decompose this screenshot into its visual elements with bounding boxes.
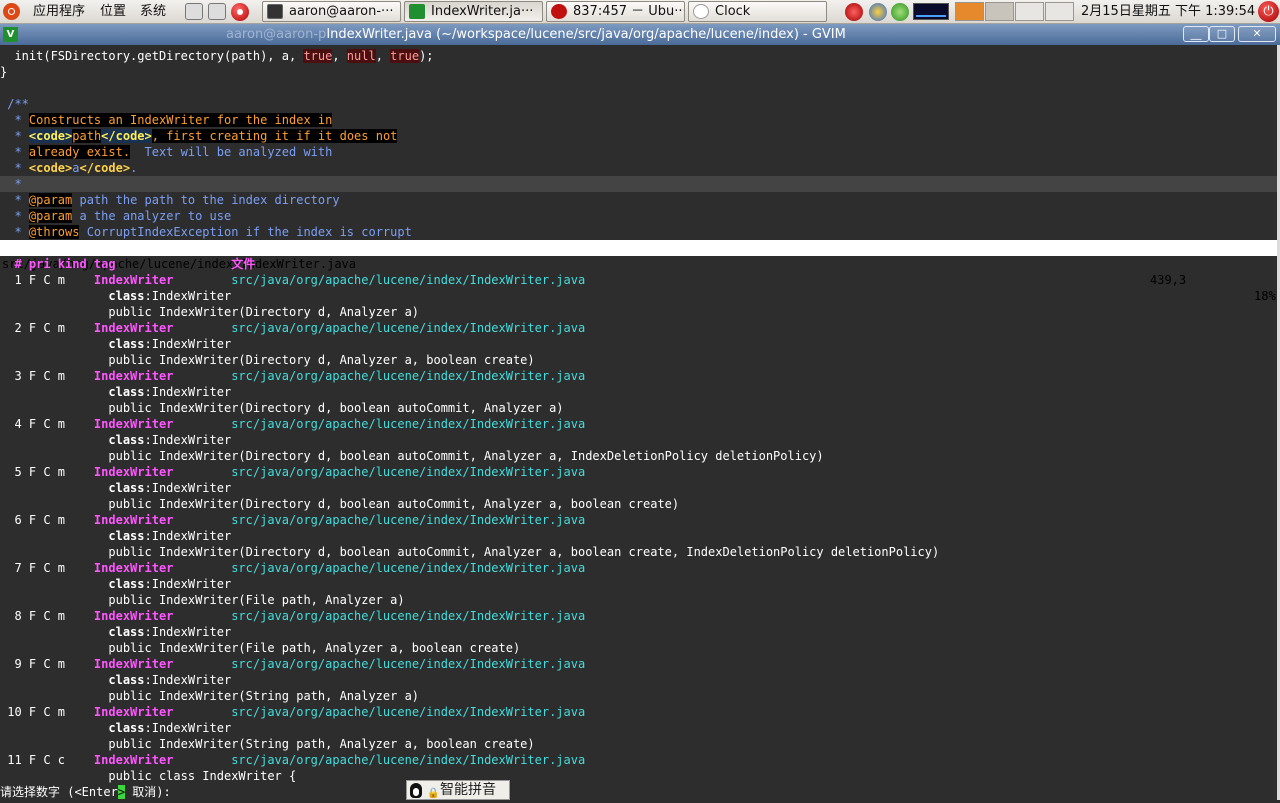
network-tray-icon[interactable] [891,3,909,21]
workspace-1[interactable] [955,2,984,21]
task-label: IndexWriter.ja··· [431,4,534,19]
workspace-2[interactable] [985,2,1014,21]
menu-applications[interactable]: 应用程序 [33,0,85,23]
menu-system[interactable]: 系统 [140,0,166,23]
ubuntu-logo-icon[interactable] [3,3,20,20]
terminal-icon [267,4,283,19]
code-line: * @param a the analyzer to use [0,209,232,223]
window-title: aaron@aaron-pIndexWriter.java (~/workspa… [226,27,846,42]
taglist-entry-signature: public IndexWriter(File path, Analyzer a… [108,641,521,655]
taglist-entry-signature: public IndexWriter(File path, Analyzer a… [108,593,405,607]
code-line: init(FSDirectory.getDirectory(path), a, … [0,49,434,63]
window-titlebar[interactable]: V aaron@aaron-pIndexWriter.java (~/works… [0,24,1280,45]
taglist-entry-class: class:IndexWriter [108,529,232,543]
taglist-entry: 1 F C m IndexWriter src/java/org/apache/… [0,273,586,287]
browser-tray-icon[interactable] [869,3,887,21]
taglist-entry-signature: public IndexWriter(Directory d, boolean … [108,545,940,559]
music-player-launcher-icon[interactable] [231,3,249,21]
taglist-entry-class: class:IndexWriter [108,721,232,735]
player-tray-icon[interactable] [845,3,863,21]
taglist-entry-signature: public IndexWriter(Directory d, boolean … [108,449,824,463]
maximize-button[interactable]: □ [1209,26,1235,42]
taglist-entry-class: class:IndexWriter [108,433,232,447]
ime-mode-label: 智能拼音 [440,782,496,798]
task-label: aaron@aaron-··· [289,4,394,19]
taglist-entry-signature: public IndexWriter(Directory d, boolean … [108,401,564,415]
gvim-window-icon[interactable]: V [3,27,18,42]
code-line: * @param path the path to the index dire… [0,193,340,207]
text-cursor: > [117,785,126,799]
panel-clock[interactable]: 2月15日星期五 下午 1:39:54 [1081,0,1255,23]
task-label: Clock [715,4,751,19]
taglist-entry-class: class:IndexWriter [108,673,232,687]
task-music-player[interactable]: 837:457 － Ubu··· [546,1,685,22]
task-clock[interactable]: Clock [688,1,827,22]
close-button[interactable]: ✕ [1238,26,1276,42]
vim-icon [409,4,425,19]
taglist-entry-signature: public IndexWriter(String path, Analyzer… [108,689,420,703]
taglist-entry-signature: public IndexWriter(Directory d, Analyzer… [108,305,420,319]
taglist-entry-class: class:IndexWriter [108,289,232,303]
command-line[interactable]: 请选择数字 (<Enter> 取消): [0,783,1280,801]
taglist-entry-signature: public class IndexWriter { [108,769,297,783]
taglist-entry-class: class:IndexWriter [108,625,232,639]
screenshot-icon[interactable] [208,3,226,20]
task-gvim[interactable]: IndexWriter.ja··· [404,1,543,22]
taglist-entry-class: class:IndexWriter [108,385,232,399]
lock-icon: 🔒 [427,788,440,799]
taglist-entry: 7 F C m IndexWriter src/java/org/apache/… [0,561,586,575]
top-panel: 应用程序 位置 系统 aaron@aaron-··· IndexWriter.j… [0,0,1280,24]
code-line: } [0,65,8,79]
task-label: 837:457 － Ubu··· [573,4,685,19]
gvim-editor[interactable]: init(FSDirectory.getDirectory(path), a, … [0,45,1280,800]
taglist-entry: 9 F C m IndexWriter src/java/org/apache/… [0,657,586,671]
taglist-entry: 8 F C m IndexWriter src/java/org/apache/… [0,609,586,623]
clock-icon [693,4,709,19]
code-line: * already exist. Text will be analyzed w… [0,145,333,159]
workspace-4[interactable] [1045,2,1074,21]
ime-status-bar[interactable]: 🔒 智能拼音 [406,780,510,800]
taglist-entry-class: class:IndexWriter [108,337,232,351]
taglist-entry: 4 F C m IndexWriter src/java/org/apache/… [0,417,586,431]
code-line: * @throws CorruptIndexException if the i… [0,225,412,239]
taglist-entry: 6 F C m IndexWriter src/java/org/apache/… [0,513,586,527]
taglist-entry: 10 F C m IndexWriter src/java/org/apache… [0,705,586,719]
music-player-icon [551,4,567,19]
taglist-entry-class: class:IndexWriter [108,481,232,495]
taglist-header: # pri kind tag 文件 [0,257,256,271]
taglist-entry: 11 F C c IndexWriter src/java/org/apache… [0,753,586,767]
network-monitor-icon[interactable] [913,3,949,20]
menu-places[interactable]: 位置 [100,0,126,23]
code-line: * [0,177,22,191]
taglist-entry-signature: public IndexWriter(String path, Analyzer… [108,737,535,751]
code-line: * <code>path</code>, first creating it i… [0,129,398,143]
status-line: src/java/org/apache/lucene/index/IndexWr… [0,240,1277,303]
code-line: * <code>a</code>. [0,161,138,175]
taglist-entry: 5 F C m IndexWriter src/java/org/apache/… [0,465,586,479]
taglist-entry-signature: public IndexWriter(Directory d, Analyzer… [108,353,535,367]
workspace-3[interactable] [1015,2,1044,21]
shutdown-icon[interactable]: ⏻ [1258,1,1279,22]
task-terminal[interactable]: aaron@aaron-··· [262,1,401,22]
taglist-entry: 2 F C m IndexWriter src/java/org/apache/… [0,321,586,335]
taglist-entry-class: class:IndexWriter [108,577,232,591]
minimize-button[interactable]: __ [1183,26,1209,42]
code-line: /** [0,97,29,111]
taglist-entry: 3 F C m IndexWriter src/java/org/apache/… [0,369,586,383]
settings-icon[interactable] [185,3,203,20]
penguin-icon [410,783,422,798]
taglist-entry-signature: public IndexWriter(Directory d, boolean … [108,497,680,511]
code-line: * Constructs an IndexWriter for the inde… [0,113,333,127]
